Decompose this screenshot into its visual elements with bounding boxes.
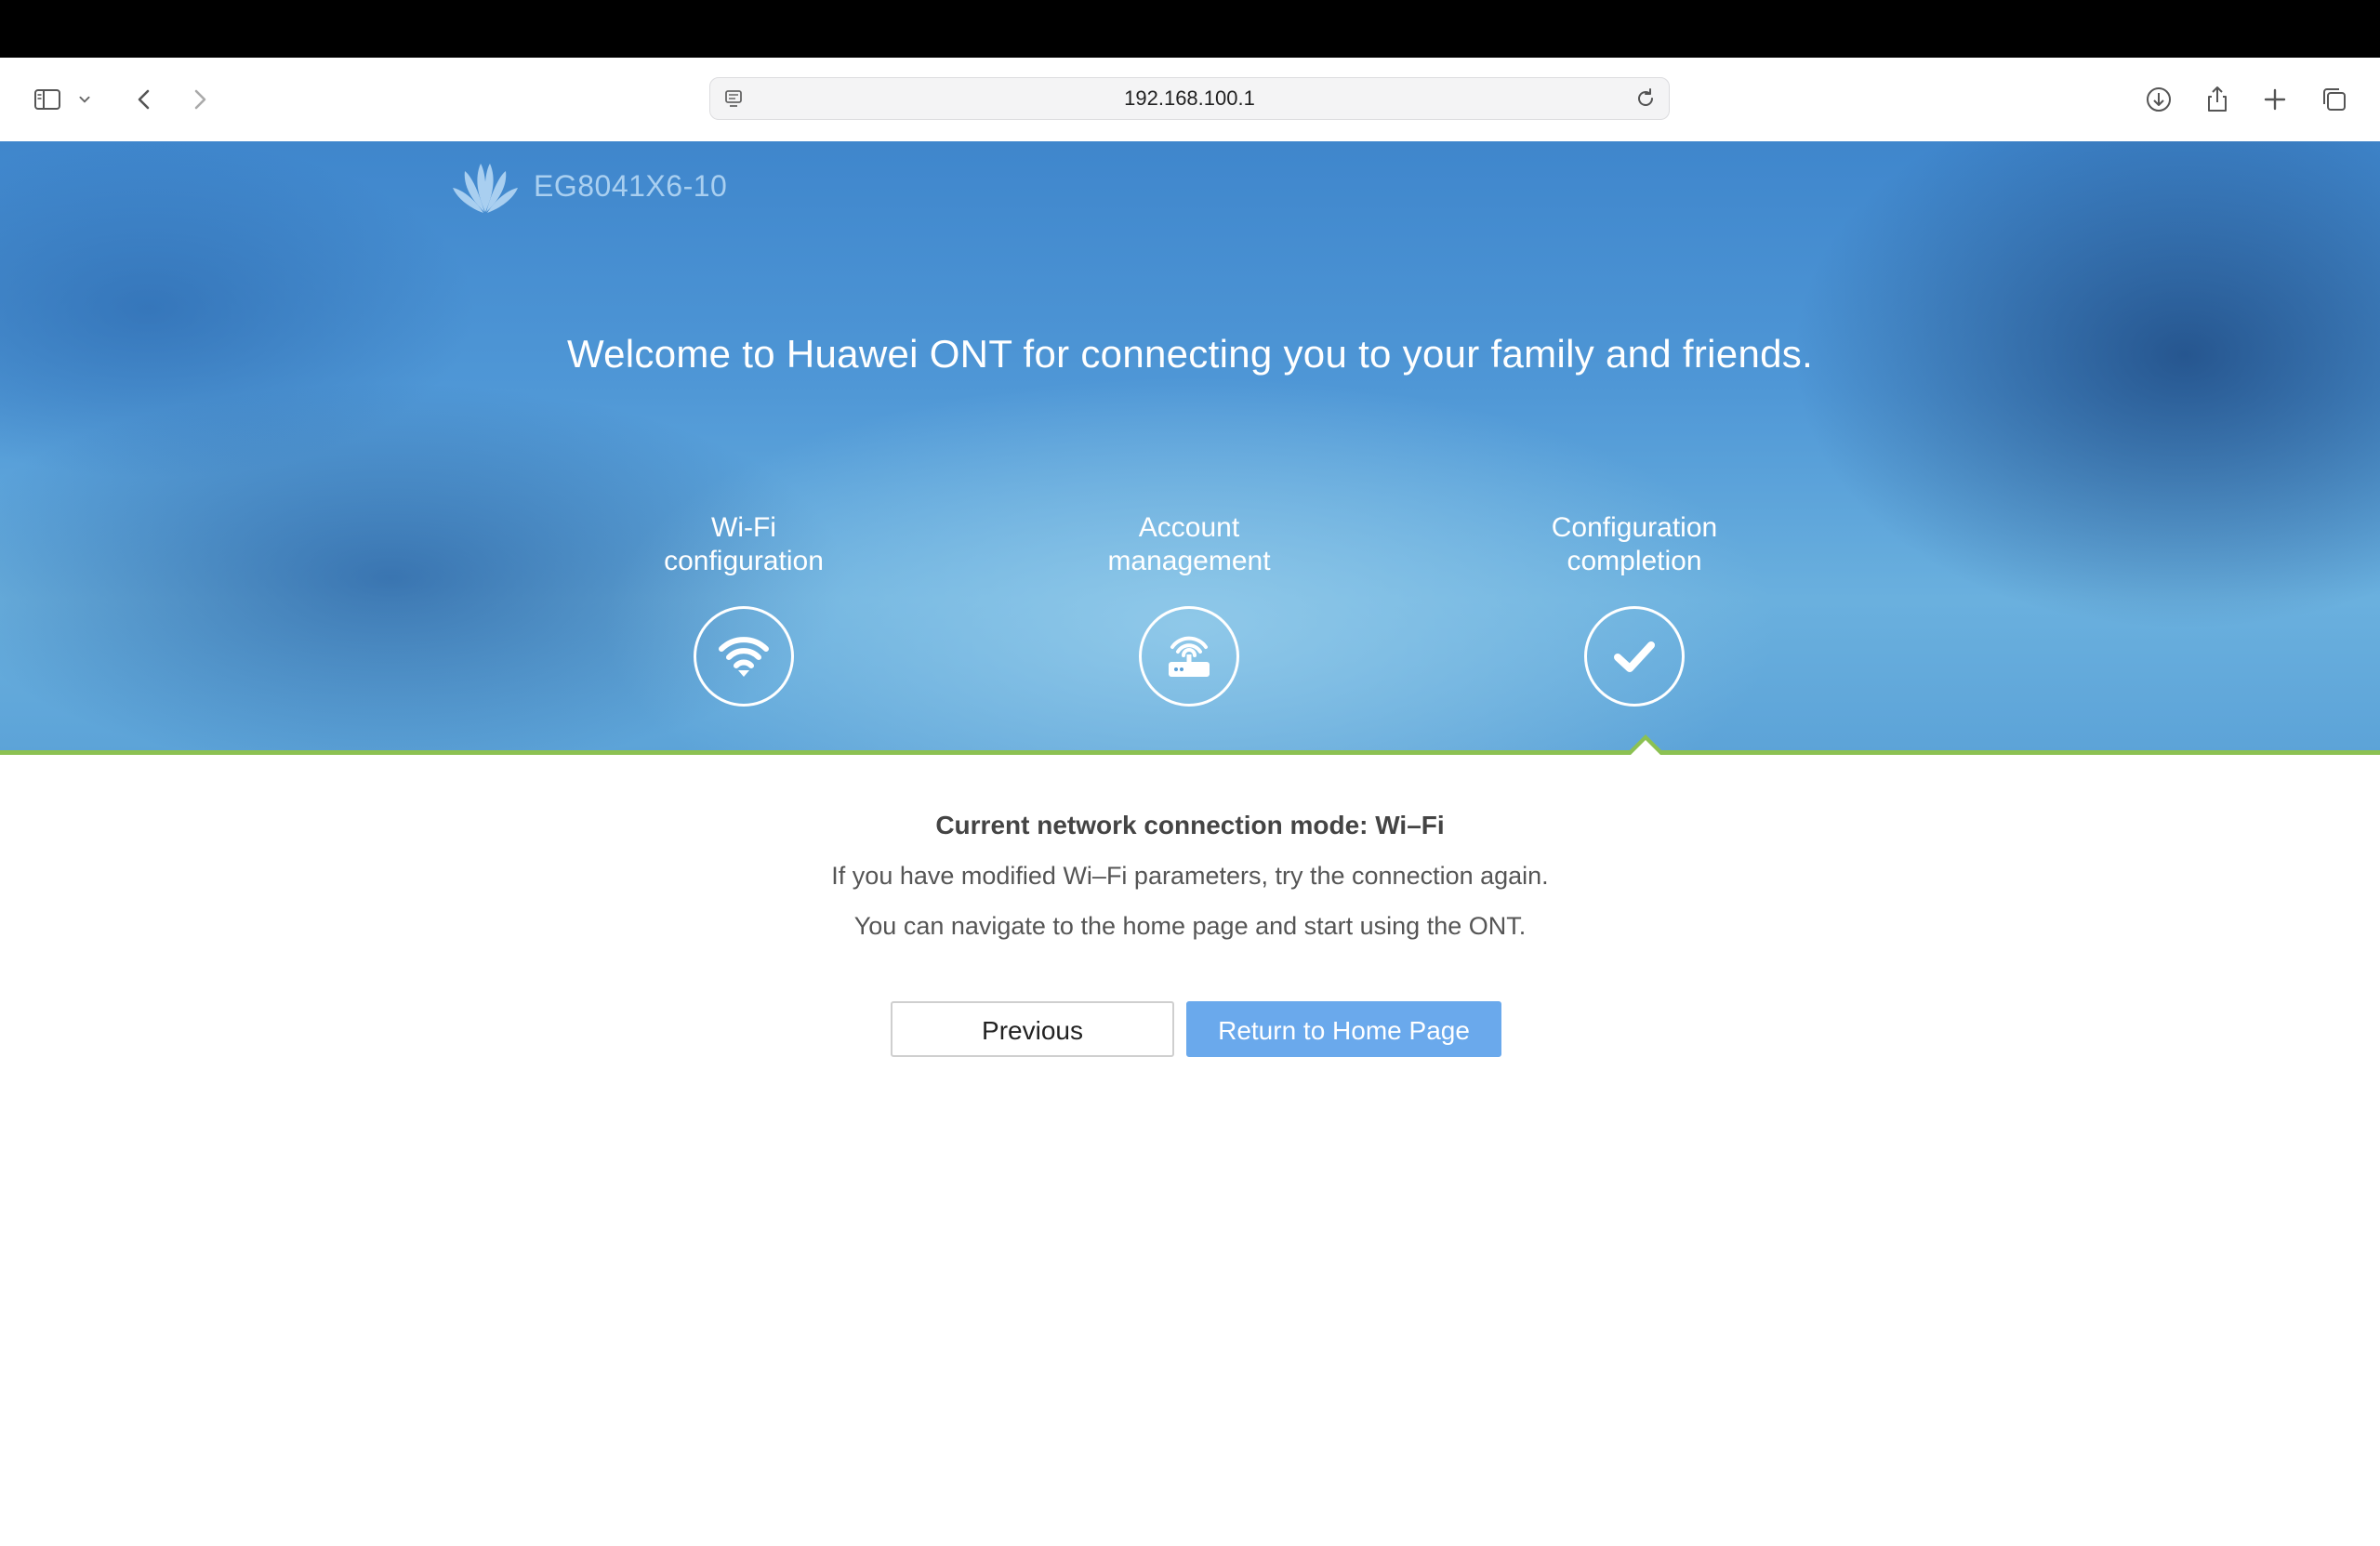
step-circle [1584, 606, 1685, 707]
window-top-bar [0, 0, 2380, 58]
return-home-button[interactable]: Return to Home Page [1186, 1001, 1501, 1057]
sidebar-icon[interactable] [28, 80, 67, 119]
new-tab-icon[interactable] [2255, 80, 2294, 119]
hero-banner: EG8041X6-10 Welcome to Huawei ONT for co… [0, 141, 2380, 753]
router-icon [1169, 636, 1210, 677]
back-icon[interactable] [125, 80, 164, 119]
tabs-overview-icon[interactable] [2315, 80, 2354, 119]
previous-button[interactable]: Previous [891, 1001, 1174, 1057]
step-label: Wi-Fi configuration [664, 512, 824, 576]
active-step-indicator-fill [1629, 740, 1662, 757]
chevron-down-icon[interactable] [73, 80, 97, 119]
wifi-icon [719, 637, 769, 677]
model-name: EG8041X6-10 [534, 168, 728, 203]
step-wifi-configuration[interactable]: Wi-Fi configuration [604, 511, 883, 707]
reload-icon[interactable] [1632, 85, 1659, 112]
completion-content: Current network connection mode: Wi–Fi I… [0, 809, 2380, 943]
step-configuration-completion[interactable]: Configuration completion [1495, 511, 1774, 707]
address-bar[interactable]: 192.168.100.1 [709, 77, 1670, 120]
huawei-logo-icon [453, 164, 518, 213]
step-label: Configuration completion [1551, 512, 1718, 576]
forward-icon[interactable] [180, 80, 219, 119]
url-text[interactable]: 192.168.100.1 [710, 78, 1669, 119]
progress-line [0, 750, 2380, 755]
share-icon[interactable] [2198, 80, 2237, 119]
retry-hint-text: If you have modified Wi–Fi parameters, t… [831, 862, 1549, 890]
step-account-management[interactable]: Account management [1050, 511, 1329, 707]
connection-mode-text: Current network connection mode: Wi–Fi [935, 811, 1445, 839]
download-icon[interactable] [2139, 80, 2178, 119]
step-circle [694, 606, 794, 707]
step-label: Account management [1107, 512, 1271, 576]
step-circle [1139, 606, 1239, 707]
checkmark-icon [1614, 641, 1655, 672]
browser-toolbar: 192.168.100.1 [0, 58, 2380, 142]
brand: EG8041X6-10 [450, 156, 727, 216]
navigate-hint-text: You can navigate to the home page and st… [853, 912, 1527, 940]
welcome-title: Welcome to Huawei ONT for connecting you… [566, 332, 1814, 376]
